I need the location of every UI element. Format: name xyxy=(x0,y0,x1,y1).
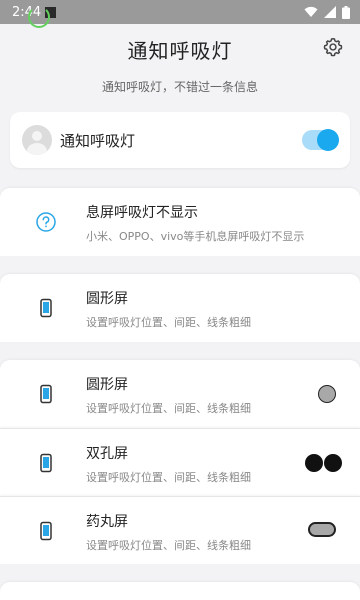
list-item-pill-screen[interactable]: 药丸屏 设置呼吸灯位置、间距、线条粗细 xyxy=(0,496,360,564)
list-item-dual-hole[interactable]: 双孔屏 设置呼吸灯位置、间距、线条粗细 xyxy=(0,428,360,496)
battery-icon xyxy=(342,5,350,19)
subtitle: 通知呼吸灯，不错过一条信息 xyxy=(101,80,258,94)
list-item-partial[interactable] xyxy=(0,582,360,600)
list-item-screen-off-help[interactable]: 息屏呼吸灯不显示 小米、OPPO、vivo等手机息屏呼吸灯不显示 xyxy=(0,188,360,256)
master-toggle-row[interactable]: 通知呼吸灯 xyxy=(10,112,350,168)
wifi-icon xyxy=(304,6,318,17)
list-item-title: 圆形屏 xyxy=(86,291,128,307)
list-item-title: 双孔屏 xyxy=(86,446,128,462)
list-item-desc: 设置呼吸灯位置、间距、线条粗细 xyxy=(86,539,251,552)
list-item-round-screen[interactable]: 圆形屏 设置呼吸灯位置、间距、线条粗细 xyxy=(0,274,360,342)
phone-icon xyxy=(40,384,52,404)
list-item-title: 药丸屏 xyxy=(86,514,128,530)
header: 通知呼吸灯 xyxy=(0,24,360,74)
list-item-title: 圆形屏 xyxy=(86,377,128,393)
page-title: 通知呼吸灯 xyxy=(127,38,233,63)
signal-icon xyxy=(324,6,336,18)
pill-cutout-icon xyxy=(308,522,336,537)
list-item-title: 息屏呼吸灯不显示 xyxy=(86,205,198,221)
avatar xyxy=(22,125,52,155)
phone-icon xyxy=(40,521,52,541)
list-item-desc: 设置呼吸灯位置、间距、线条粗细 xyxy=(86,316,251,329)
phone-icon xyxy=(40,298,52,318)
toggle-knob xyxy=(317,129,339,151)
list-item-desc: 小米、OPPO、vivo等手机息屏呼吸灯不显示 xyxy=(86,230,305,243)
master-toggle-label: 通知呼吸灯 xyxy=(60,131,136,150)
circle-cutout-icon xyxy=(318,385,336,403)
list-item-round-screen-2[interactable]: 圆形屏 设置呼吸灯位置、间距、线条粗细 xyxy=(0,360,360,428)
gear-icon[interactable] xyxy=(322,36,344,58)
list-item-desc: 设置呼吸灯位置、间距、线条粗细 xyxy=(86,402,251,415)
status-bar: 2:44 xyxy=(0,0,360,28)
master-toggle-switch[interactable] xyxy=(302,129,339,151)
phone-icon xyxy=(40,453,52,473)
help-circle-icon xyxy=(36,212,56,232)
dual-hole-cutout-icon xyxy=(305,454,342,472)
list-item-desc: 设置呼吸灯位置、间距、线条粗细 xyxy=(86,471,251,484)
